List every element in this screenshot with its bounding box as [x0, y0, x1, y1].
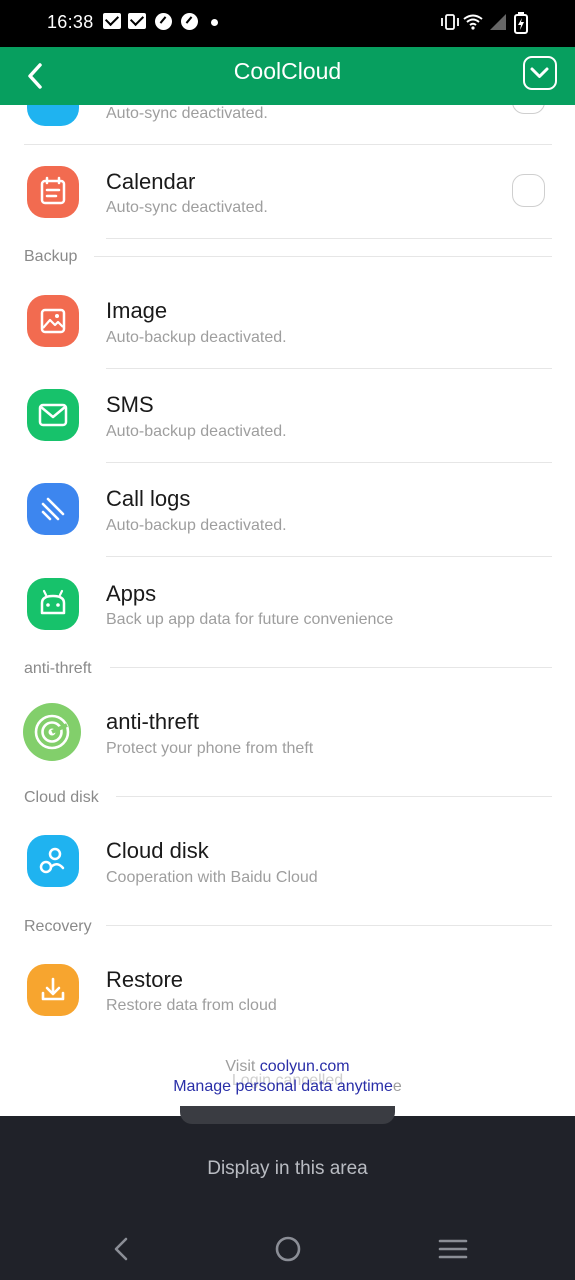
row-subtitle: Auto-backup deactivated.	[106, 517, 287, 534]
section-divider	[116, 796, 552, 797]
gauge-icon	[155, 13, 172, 30]
row-subtitle: Auto-sync deactivated.	[106, 199, 268, 216]
section-label-cloud-disk: Cloud disk	[24, 789, 99, 806]
status-bar: 16:38	[0, 0, 575, 47]
divider	[106, 238, 552, 239]
row-subtitle: Cooperation with Baidu Cloud	[106, 869, 318, 886]
wifi-icon	[463, 14, 483, 30]
download-icon	[27, 964, 79, 1016]
android-icon	[27, 578, 79, 630]
row-subtitle: Auto-sync deactivated.	[106, 105, 268, 122]
row-subtitle: Protect your phone from theft	[106, 740, 314, 757]
nav-menu-button[interactable]	[438, 1234, 468, 1264]
row-title: Call logs	[106, 486, 191, 511]
nav-back-button[interactable]	[107, 1234, 137, 1264]
section-divider	[106, 925, 552, 926]
toast-pill	[180, 1106, 395, 1124]
row-title: Image	[106, 298, 168, 323]
cloud-disk-icon	[27, 835, 79, 887]
target-icon	[23, 703, 81, 761]
row-title: Cloud disk	[106, 838, 209, 863]
row-subtitle: Restore data from cloud	[106, 997, 277, 1014]
nav-home-button[interactable]	[273, 1234, 303, 1264]
app-title: CoolCloud	[233, 58, 342, 84]
row-subtitle: Auto-backup deactivated.	[106, 329, 287, 346]
row-subtitle: Back up app data for future convenience	[106, 611, 394, 628]
list-item-calendar[interactable]: Calendar Auto-sync deactivated.	[0, 145, 575, 239]
mail-envelope-icon	[27, 389, 79, 441]
app-bar: CoolCloud	[0, 47, 575, 105]
vibrate-icon	[441, 14, 459, 30]
mail-icon	[128, 13, 146, 29]
gauge-icon	[181, 13, 198, 30]
status-time: 16:38	[47, 12, 94, 32]
section-divider	[94, 256, 552, 257]
signal-icon	[490, 14, 506, 30]
check-chevron-icon	[530, 67, 549, 78]
section-divider	[110, 667, 552, 668]
calendar-sync-checkbox[interactable]	[512, 174, 545, 207]
contacts-icon	[27, 105, 79, 126]
contacts-sync-checkbox[interactable]	[512, 105, 545, 114]
row-title: Restore	[106, 967, 184, 992]
manage-data-link[interactable]: Manage personal data anytime	[173, 1078, 393, 1095]
display-area-text: Display in this area	[207, 1158, 368, 1179]
manage-data-line: Manage personal data anytimee	[173, 1078, 402, 1095]
list-item-call-logs[interactable]: Call logs Auto-backup deactivated.	[0, 463, 575, 557]
row-title: SMS	[106, 392, 154, 417]
list-item-sms[interactable]: SMS Auto-backup deactivated.	[0, 369, 575, 463]
row-title: Apps	[106, 581, 157, 606]
list-item-apps[interactable]: Apps Back up app data for future conveni…	[0, 557, 575, 651]
confirm-button[interactable]	[523, 56, 557, 90]
row-title: anti-threft	[106, 709, 199, 734]
battery-charging-icon	[514, 12, 528, 34]
row-title: Calendar	[106, 169, 196, 194]
dot-icon	[211, 19, 218, 26]
section-label-backup: Backup	[24, 248, 78, 265]
call-log-icon	[27, 483, 79, 535]
list-item-contacts[interactable]: Auto-sync deactivated.	[0, 105, 575, 145]
image-icon	[27, 295, 79, 347]
calendar-icon	[27, 166, 79, 218]
row-subtitle: Auto-backup deactivated.	[106, 423, 287, 440]
list-item-image[interactable]: Image Auto-backup deactivated.	[0, 275, 575, 369]
list-item-anti-theft[interactable]: anti-threft Protect your phone from thef…	[0, 686, 575, 780]
mail-icon	[103, 13, 121, 29]
list-item-cloud-disk[interactable]: Cloud disk Cooperation with Baidu Cloud	[0, 815, 575, 909]
section-label-recovery: Recovery	[24, 918, 92, 935]
section-label-anti-theft: anti-threft	[24, 660, 92, 677]
list-item-restore[interactable]: Restore Restore data from cloud	[0, 944, 575, 1038]
